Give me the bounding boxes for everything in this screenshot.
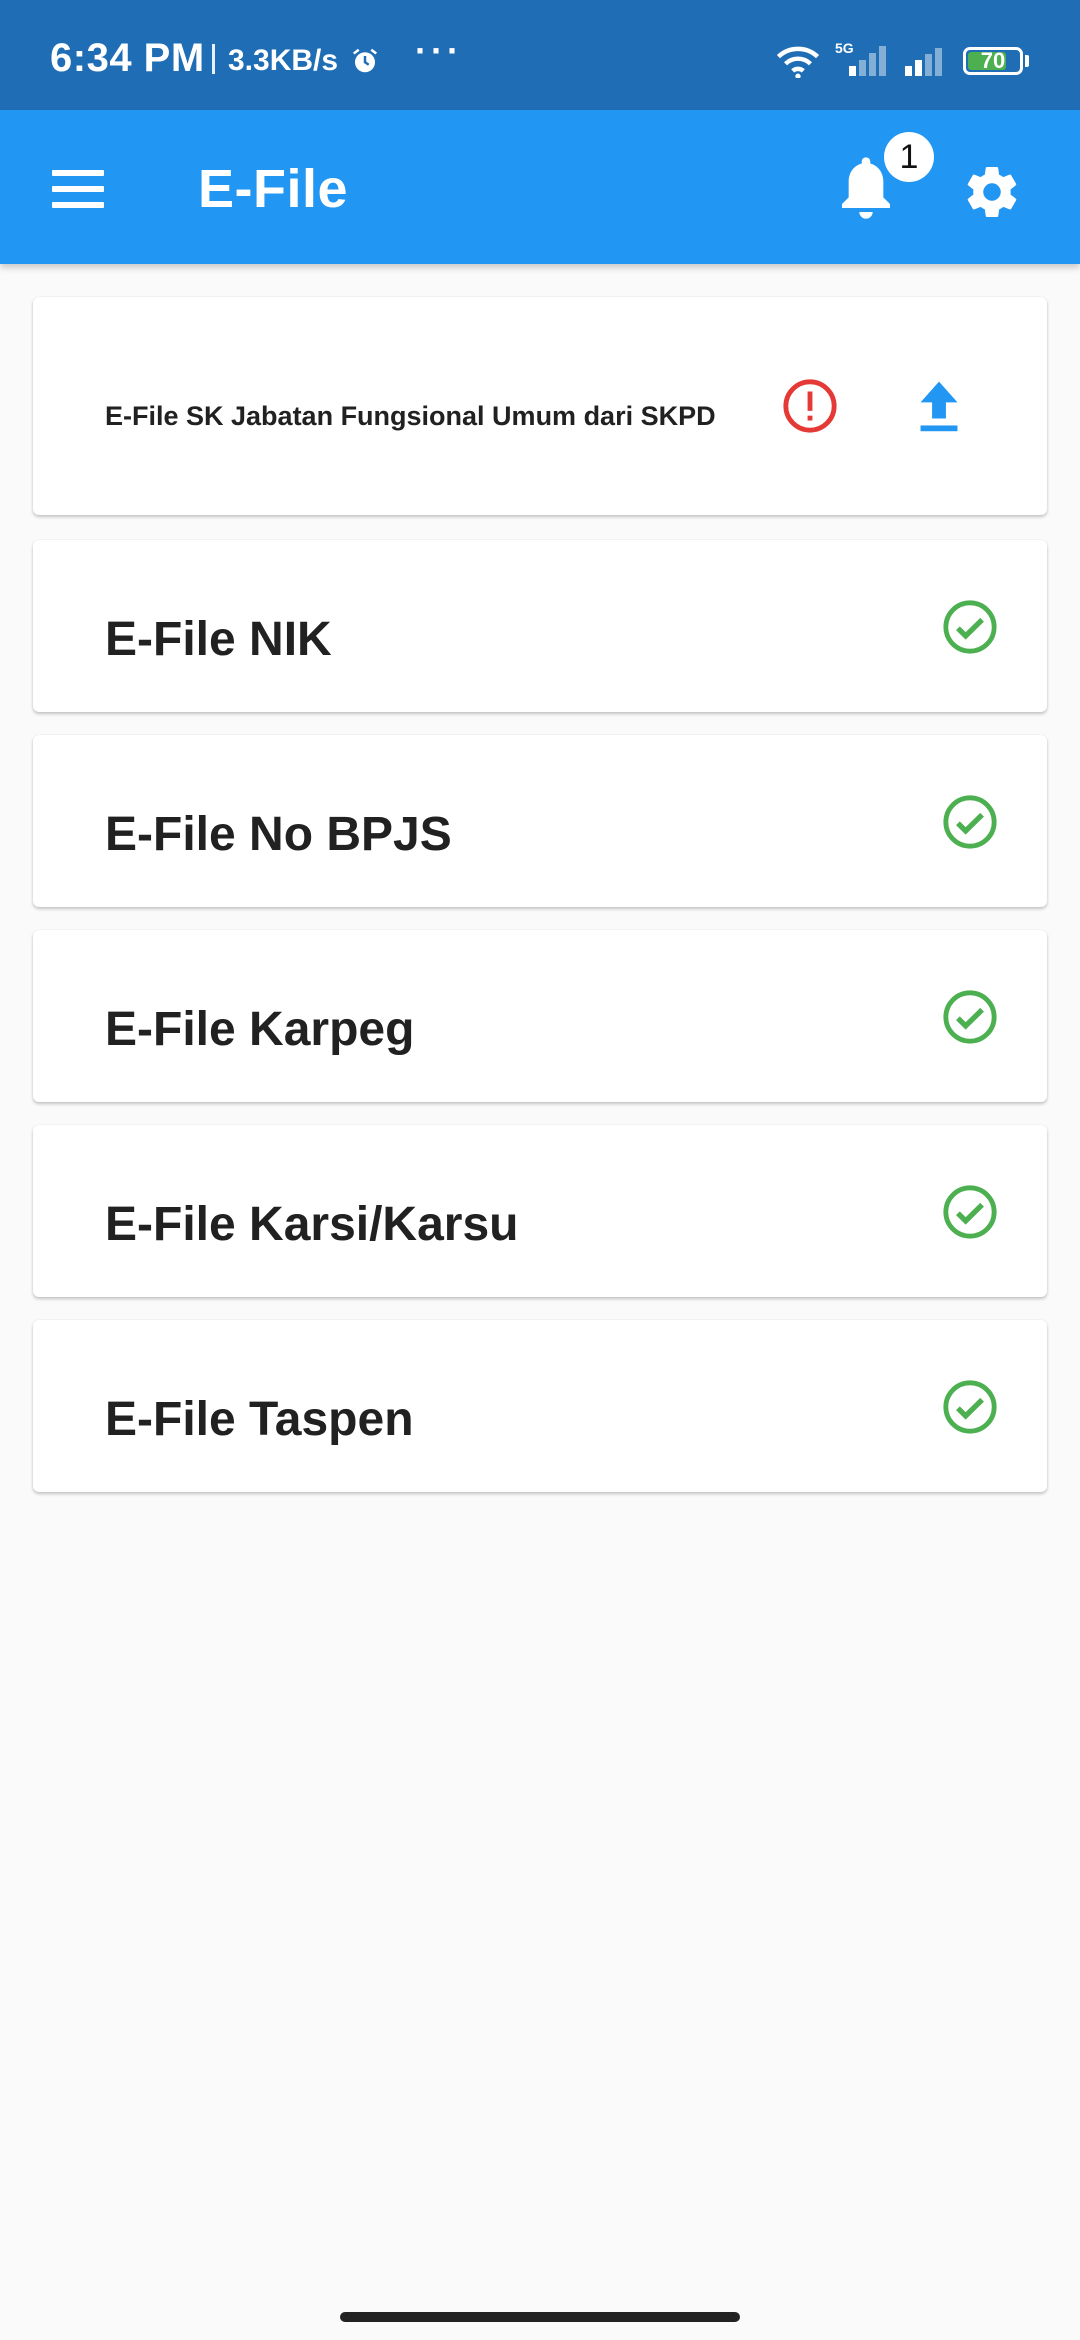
battery-level: 70 [980, 48, 1006, 73]
hamburger-menu-icon[interactable] [52, 170, 104, 218]
gear-icon[interactable] [962, 162, 1022, 222]
battery-icon: 70 [963, 47, 1023, 75]
efile-card-karpeg[interactable]: E-File Karpeg [33, 930, 1047, 1102]
notification-badge: 1 [884, 132, 934, 182]
app-bar: E-File 1 [0, 110, 1080, 264]
cellular-signal-icon [905, 48, 942, 76]
efile-card-taspen[interactable]: E-File Taspen [33, 1320, 1047, 1492]
wifi-icon [776, 46, 820, 78]
network-type-label: 5G [835, 40, 854, 56]
network-speed: 3.3KB/s [228, 44, 339, 77]
check-circle-icon [943, 1380, 997, 1434]
cellular-signal-5g-icon: 5G [835, 40, 895, 80]
efile-card-nik[interactable]: E-File NIK [33, 540, 1047, 712]
status-bar: 6:34 PM 3.3KB/s ··· 5G 70 [0, 0, 1080, 110]
status-time: 6:34 PM [50, 36, 205, 80]
check-circle-icon [943, 1185, 997, 1239]
card-title: E-File Taspen [105, 1393, 414, 1446]
card-title: E-File Karpeg [105, 1003, 415, 1056]
check-circle-icon [943, 795, 997, 849]
check-circle-icon [943, 600, 997, 654]
alarm-icon [353, 48, 377, 73]
battery-tip [1025, 55, 1029, 67]
card-title: E-File Karsi/Karsu [105, 1198, 519, 1251]
efile-card-sk-jabatan[interactable]: E-File SK Jabatan Fungsional Umum dari S… [33, 297, 1047, 515]
efile-card-no-bpjs[interactable]: E-File No BPJS [33, 735, 1047, 907]
check-circle-icon [943, 990, 997, 1044]
status-separator [212, 44, 215, 74]
overflow-dots-icon: ··· [415, 30, 463, 71]
upload-icon[interactable] [911, 377, 967, 437]
page-title: E-File [198, 159, 349, 219]
card-title: E-File NIK [105, 613, 332, 666]
card-title: E-File No BPJS [105, 808, 452, 861]
card-title: E-File SK Jabatan Fungsional Umum dari S… [105, 401, 716, 431]
alert-icon [783, 379, 837, 433]
home-indicator[interactable] [340, 2312, 740, 2322]
efile-card-karsi-karsu[interactable]: E-File Karsi/Karsu [33, 1125, 1047, 1297]
